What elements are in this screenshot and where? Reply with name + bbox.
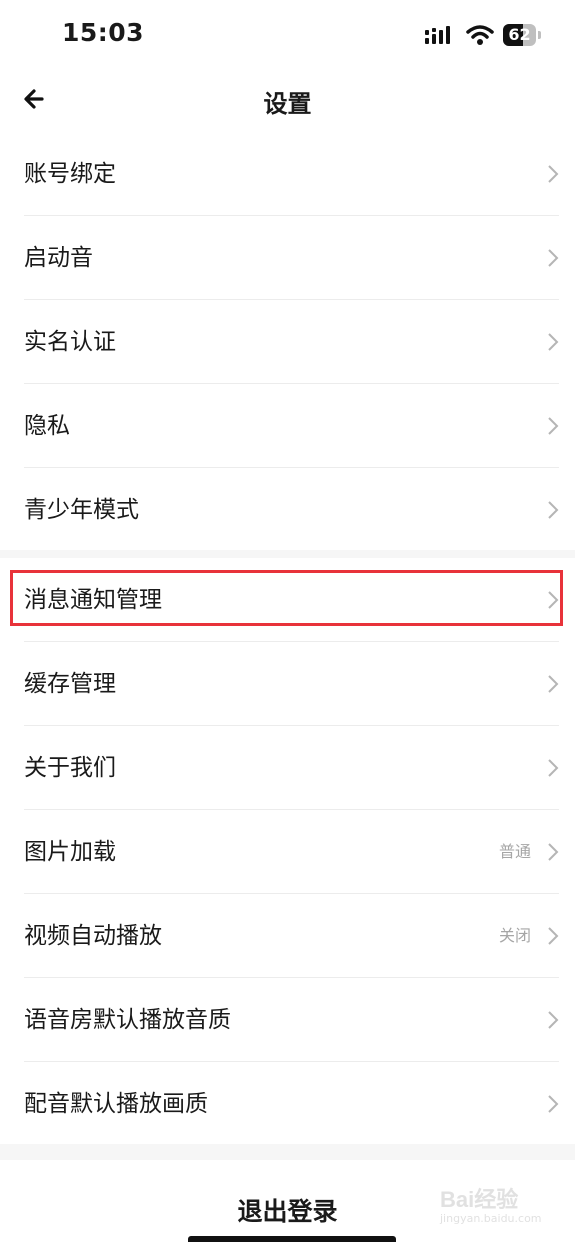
watermark-brand: Bai经验 — [440, 1187, 519, 1212]
row-label: 视频自动播放 — [24, 923, 162, 949]
settings-row-about-us[interactable]: 关于我们 — [0, 726, 575, 810]
watermark: Bai经验 jingyan.baidu.com — [440, 1178, 550, 1234]
status-time: 15:03 — [62, 18, 145, 47]
chevron-right-icon — [548, 927, 559, 945]
chevron-right-icon — [548, 165, 559, 183]
settings-row-image-loading[interactable]: 图片加载 普通 — [0, 810, 575, 894]
settings-row-cache-management[interactable]: 缓存管理 — [0, 642, 575, 726]
chevron-right-icon — [548, 675, 559, 693]
chevron-right-icon — [548, 1095, 559, 1113]
status-bar: 15:03 62 — [0, 0, 575, 68]
row-label: 语音房默认播放音质 — [24, 1007, 231, 1033]
watermark-site: jingyan.baidu.com — [440, 1212, 542, 1225]
row-value: 关闭 — [498, 926, 531, 945]
row-label: 关于我们 — [24, 755, 116, 781]
wifi-icon — [466, 25, 494, 45]
settings-row-account-binding[interactable]: 账号绑定 — [0, 132, 575, 216]
signal-icon — [425, 26, 450, 44]
battery-icon: 62 — [503, 24, 541, 46]
chevron-right-icon — [548, 759, 559, 777]
settings-row-startup-sound[interactable]: 启动音 — [0, 216, 575, 300]
chevron-right-icon — [548, 249, 559, 267]
chevron-right-icon — [548, 1011, 559, 1029]
settings-row-voice-room-quality[interactable]: 语音房默认播放音质 — [0, 978, 575, 1062]
highlight-box — [10, 570, 563, 626]
settings-group-general: 消息通知管理 缓存管理 关于我们 图片加载 普通 视频自动播放 关闭 语音房默认… — [0, 558, 575, 1146]
chevron-right-icon — [548, 417, 559, 435]
battery-level: 62 — [508, 25, 531, 44]
row-value: 普通 — [498, 842, 531, 861]
chevron-right-icon — [548, 333, 559, 351]
row-label: 账号绑定 — [24, 161, 116, 187]
settings-row-dubbing-quality[interactable]: 配音默认播放画质 — [0, 1062, 575, 1146]
row-label: 青少年模式 — [24, 497, 139, 523]
settings-group-account: 账号绑定 启动音 实名认证 隐私 青少年模式 — [0, 132, 575, 552]
chevron-right-icon — [548, 843, 559, 861]
settings-row-video-autoplay[interactable]: 视频自动播放 关闭 — [0, 894, 575, 978]
nav-bar: 设置 — [0, 68, 575, 132]
settings-row-privacy[interactable]: 隐私 — [0, 384, 575, 468]
row-label: 缓存管理 — [24, 671, 116, 697]
row-label: 启动音 — [24, 245, 93, 271]
row-label: 实名认证 — [24, 329, 116, 355]
row-label: 配音默认播放画质 — [24, 1091, 208, 1117]
chevron-right-icon — [548, 501, 559, 519]
settings-row-teen-mode[interactable]: 青少年模式 — [0, 468, 575, 552]
home-indicator — [188, 1236, 396, 1242]
section-gap — [0, 1144, 575, 1160]
section-gap — [0, 550, 575, 558]
row-label: 隐私 — [24, 413, 70, 439]
settings-row-real-name-auth[interactable]: 实名认证 — [0, 300, 575, 384]
page-title: 设置 — [263, 90, 312, 118]
row-label: 图片加载 — [24, 839, 116, 865]
